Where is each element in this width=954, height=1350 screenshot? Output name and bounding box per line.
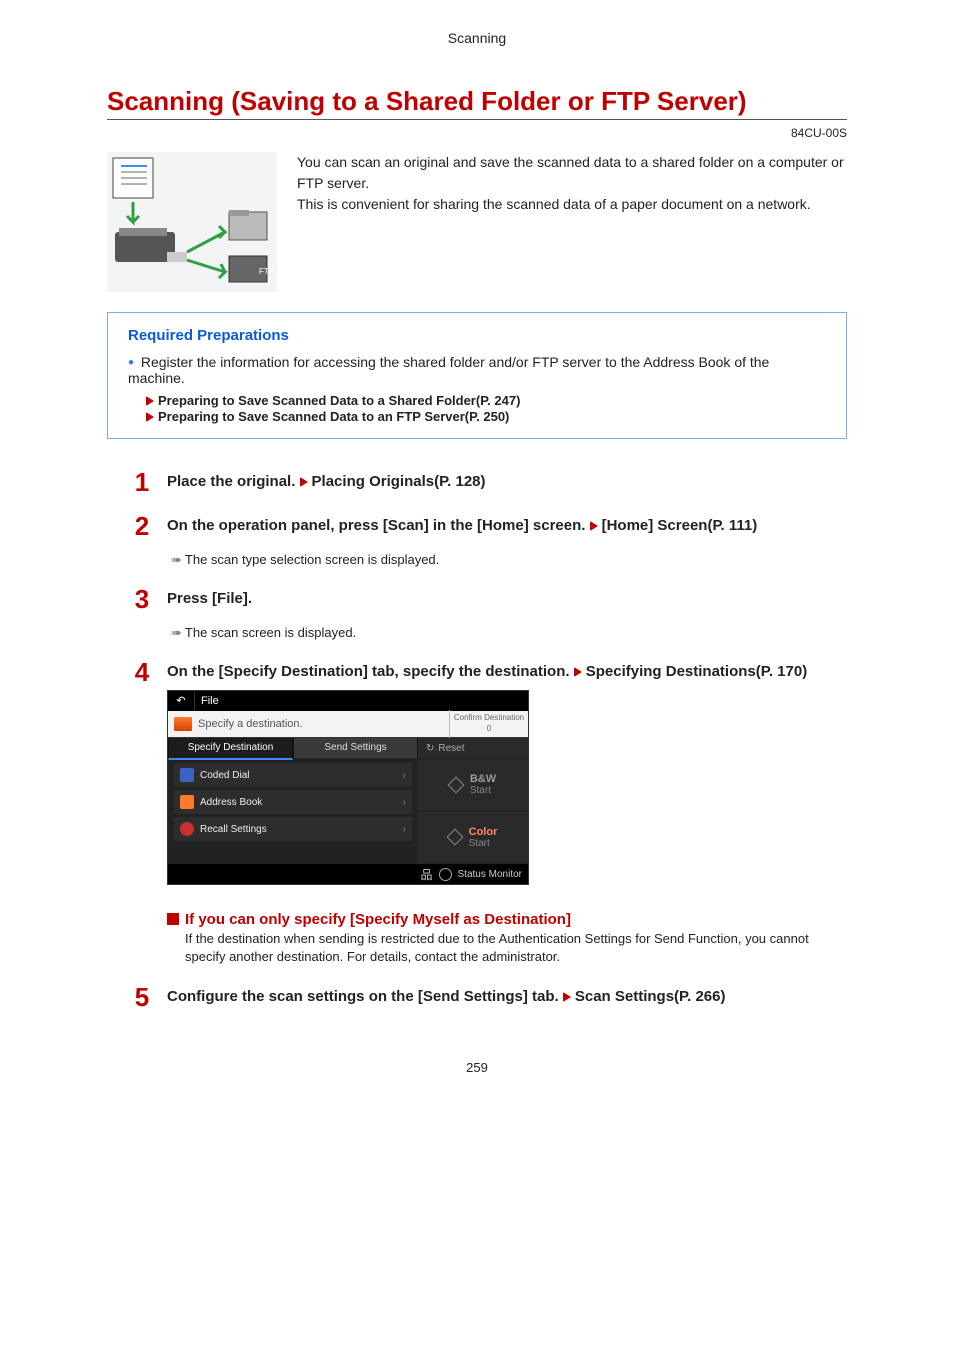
step2-link[interactable]: [Home] Screen(P. 111) <box>602 517 758 534</box>
color-start-title: Color <box>469 826 498 838</box>
prep-link-2[interactable]: Preparing to Save Scanned Data to an FTP… <box>158 409 509 424</box>
item-address-book-label: Address Book <box>200 797 262 808</box>
link-bullet-icon <box>574 667 582 677</box>
coded-dial-icon <box>180 768 194 782</box>
screen-title: File <box>195 695 219 707</box>
bw-start-title: B&W <box>470 773 496 785</box>
step4-link[interactable]: Specifying Destinations(P. 170) <box>586 663 807 680</box>
intro-text: You can scan an original and save the sc… <box>297 152 847 292</box>
step-number-3: 3 <box>131 586 153 641</box>
item-recall-settings-label: Recall Settings <box>200 824 267 835</box>
note-heading: If you can only specify [Specify Myself … <box>167 911 847 928</box>
step-number-5: 5 <box>131 984 153 1010</box>
recall-settings-icon <box>180 822 194 836</box>
reset-icon: ↻ <box>426 743 434 754</box>
step4-text: On the [Specify Destination] tab, specif… <box>167 663 574 680</box>
link-bullet-icon <box>146 412 154 422</box>
item-coded-dial[interactable]: Coded Dial › <box>174 763 412 787</box>
step5-link[interactable]: Scan Settings(P. 266) <box>575 988 726 1005</box>
step-number-4: 4 <box>131 659 153 966</box>
prep-title: Required Preparations <box>128 327 826 344</box>
network-icon: 品 <box>421 866 433 883</box>
section-header: Scanning <box>107 30 847 46</box>
intro-p1: You can scan an original and save the sc… <box>297 152 847 194</box>
prep-link-1[interactable]: Preparing to Save Scanned Data to a Shar… <box>158 393 520 408</box>
doc-id: 84CU-00S <box>107 126 847 140</box>
confirm-destination-button[interactable]: Confirm Destination 0 <box>449 710 528 738</box>
bw-start-sub: Start <box>470 785 496 796</box>
prep-item: Register the information for accessing t… <box>128 354 826 424</box>
address-book-icon <box>180 795 194 809</box>
tab-specify-destination[interactable]: Specify Destination <box>168 738 293 760</box>
step3-text: Press [File]. <box>167 590 252 607</box>
diamond-icon <box>446 829 463 846</box>
arrow-icon: ➠ <box>171 552 181 567</box>
link-bullet-icon <box>146 396 154 406</box>
bw-start-button[interactable]: B&WStart <box>418 759 528 812</box>
step5-text: Configure the scan settings on the [Send… <box>167 988 563 1005</box>
gear-icon <box>439 868 452 881</box>
device-screenshot: ↶ File Specify a destination. Confirm De… <box>167 690 529 885</box>
back-button[interactable]: ↶ <box>168 691 195 711</box>
color-start-sub: Start <box>469 838 498 849</box>
step3-sub: The scan screen is displayed. <box>185 625 356 640</box>
link-bullet-icon <box>300 477 308 487</box>
confirm-destination-label: Confirm Destination <box>450 712 528 723</box>
item-coded-dial-label: Coded Dial <box>200 770 249 781</box>
item-recall-settings[interactable]: Recall Settings › <box>174 817 412 841</box>
intro-p2: This is convenient for sharing the scann… <box>297 194 847 215</box>
step1-link[interactable]: Placing Originals(P. 128) <box>312 473 486 490</box>
svg-text:FTP: FTP <box>259 267 274 276</box>
step-number-2: 2 <box>131 513 153 568</box>
prep-box: Required Preparations Register the infor… <box>107 312 847 439</box>
step2-text: On the operation panel, press [Scan] in … <box>167 517 590 534</box>
chevron-right-icon: › <box>403 797 406 808</box>
tab-send-settings[interactable]: Send Settings <box>293 738 418 758</box>
status-monitor-button[interactable]: Status Monitor <box>458 869 522 880</box>
chevron-right-icon: › <box>403 770 406 781</box>
color-start-button[interactable]: ColorStart <box>418 812 528 865</box>
intro-illustration: FTP <box>107 152 277 292</box>
diamond-icon <box>447 776 464 793</box>
item-address-book[interactable]: Address Book › <box>174 790 412 814</box>
destination-icon <box>174 717 192 731</box>
prep-item-text: Register the information for accessing t… <box>128 354 769 386</box>
page-number: 259 <box>107 1060 847 1075</box>
arrow-icon: ➠ <box>171 625 181 640</box>
link-bullet-icon <box>563 992 571 1002</box>
confirm-destination-count: 0 <box>450 723 528 734</box>
destination-prompt: Specify a destination. <box>198 718 303 730</box>
reset-button[interactable]: ↻ Reset <box>418 738 528 759</box>
page-title: Scanning (Saving to a Shared Folder or F… <box>107 86 847 120</box>
note-body: If the destination when sending is restr… <box>185 930 847 966</box>
chevron-right-icon: › <box>403 824 406 835</box>
step-number-1: 1 <box>131 469 153 495</box>
link-bullet-icon <box>590 521 598 531</box>
reset-label: Reset <box>438 743 464 754</box>
step1-text: Place the original. <box>167 473 300 490</box>
step2-sub: The scan type selection screen is displa… <box>185 552 439 567</box>
